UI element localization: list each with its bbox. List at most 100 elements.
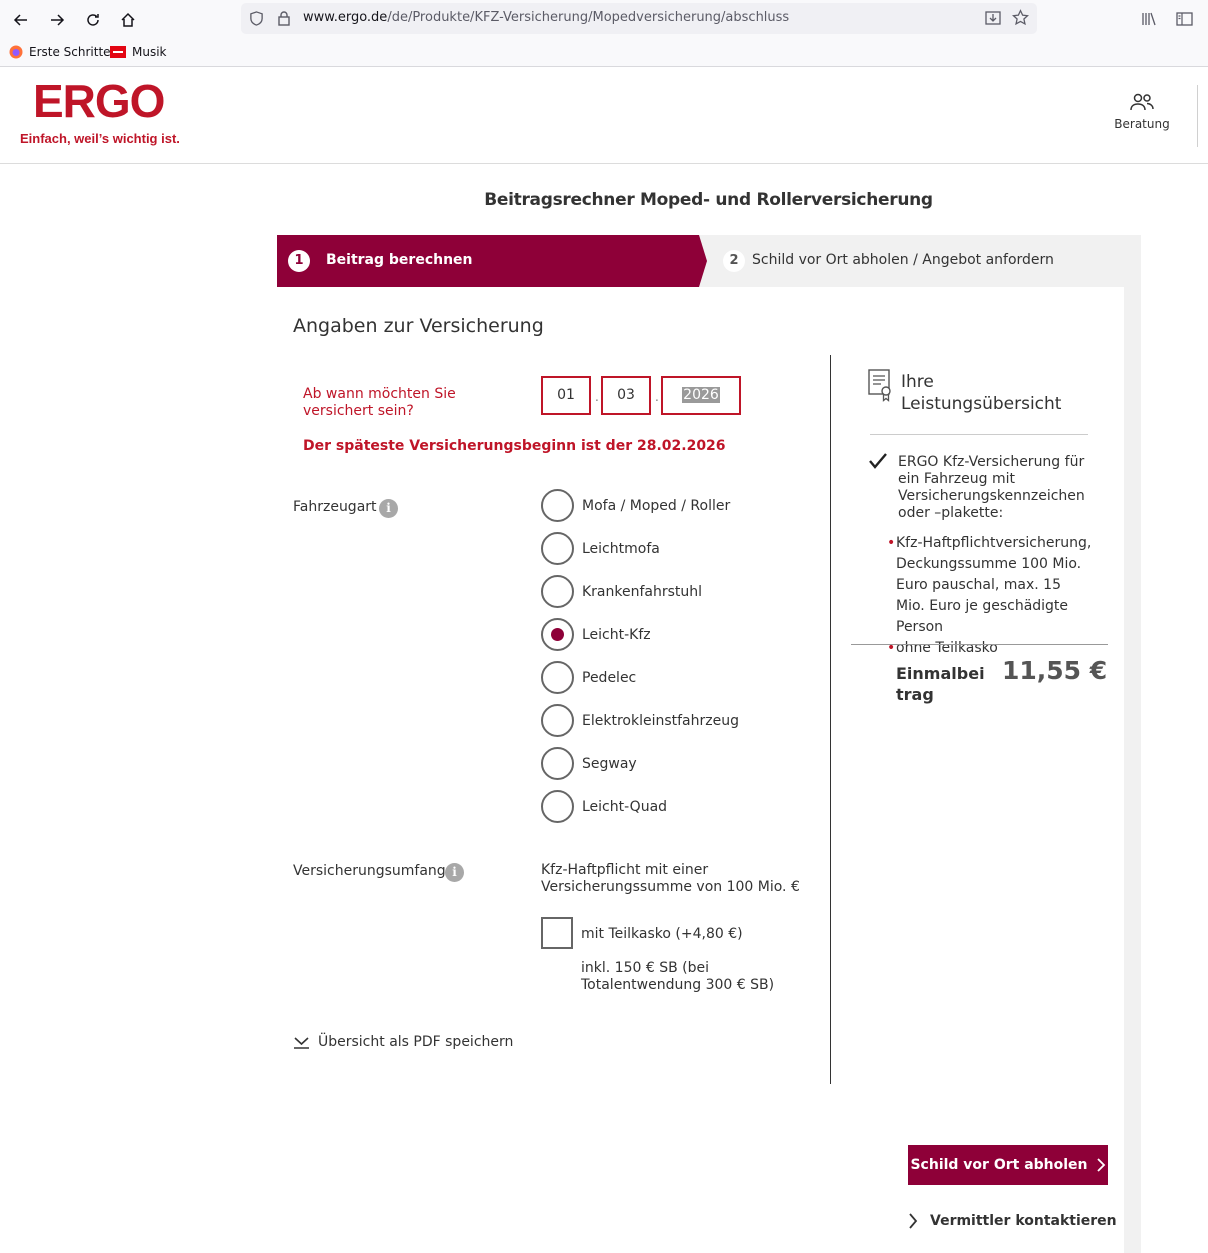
summary-main-text: ERGO Kfz-Versicherung für ein Fahrzeug m…	[898, 454, 1085, 521]
check-icon	[868, 452, 888, 474]
teilkasko-label[interactable]: mit Teilkasko (+4,80 €)	[581, 926, 743, 942]
radio-circle-selected[interactable]	[541, 618, 574, 651]
header-divider	[1197, 85, 1198, 147]
bookmarks-bar: Erste Schritte Musik	[0, 40, 1208, 67]
month-input[interactable]: 03	[601, 376, 651, 415]
lock-icon[interactable]	[277, 10, 291, 30]
step-number: 2	[723, 250, 745, 272]
progress-steps: 1 Beitrag berechnen 2 Schild vor Ort abh…	[277, 235, 1141, 287]
ergo-logo[interactable]: ERGO	[33, 77, 165, 125]
save-pdf-link[interactable]: Übersicht als PDF speichern	[293, 1034, 513, 1050]
url-text[interactable]: www.ergo.de/de/Produkte/KFZ-Versicherung…	[303, 10, 789, 25]
day-input[interactable]: 01	[541, 376, 591, 415]
forward-icon[interactable]	[43, 6, 71, 34]
summary-title: Ihre Leistungsübersicht	[901, 371, 1061, 415]
radio-label: Leicht-Quad	[582, 798, 668, 815]
radio-mofa-moped-roller[interactable]: Mofa / Moped / Roller	[541, 489, 730, 522]
pickup-plate-button[interactable]: Schild vor Ort abholen	[908, 1145, 1108, 1185]
chevron-right-icon	[909, 1213, 918, 1229]
radio-circle[interactable]	[541, 489, 574, 522]
url-bar[interactable]: www.ergo.de/de/Produkte/KFZ-Versicherung…	[241, 3, 1037, 34]
beratung-button[interactable]: Beratung	[1110, 93, 1174, 131]
radio-leichtmofa[interactable]: Leichtmofa	[541, 532, 660, 565]
date-error-message: Der späteste Versicherungsbeginn ist der…	[303, 438, 726, 454]
radio-label: Krankenfahrstuhl	[582, 583, 703, 600]
teilkasko-checkbox[interactable]	[541, 917, 573, 949]
summary-divider	[870, 434, 1088, 435]
radio-label: Pedelec	[582, 669, 637, 686]
shield-icon[interactable]	[249, 11, 264, 30]
radio-pedelec[interactable]: Pedelec	[541, 661, 636, 694]
radio-krankenfahrstuhl[interactable]: Krankenfahrstuhl	[541, 575, 702, 608]
coverage-label: Versicherungsumfang:	[293, 863, 451, 879]
start-date-label: Ab wann möchten Sie versichert sein?	[303, 386, 456, 419]
url-domain: www.ergo.de	[303, 10, 388, 25]
radio-label: Mofa / Moped / Roller	[582, 497, 731, 514]
summary-title-line1: Ihre	[901, 372, 934, 392]
radio-circle[interactable]	[541, 704, 574, 737]
coverage-description: Kfz-Haftpflicht mit einer Versicherungss…	[541, 862, 800, 895]
bookmark-star-icon[interactable]	[1012, 9, 1029, 30]
browser-toolbar: www.ergo.de/de/Produkte/KFZ-Versicherung…	[0, 0, 1208, 40]
tagline: Einfach, weil’s wichtig ist.	[20, 131, 180, 146]
music-site-icon	[110, 46, 126, 58]
firefox-icon	[9, 45, 23, 59]
year-value: 2026	[682, 387, 720, 403]
chevron-right-icon	[1096, 1158, 1105, 1172]
step-1: 1 Beitrag berechnen	[277, 235, 707, 287]
certificate-icon	[867, 368, 893, 406]
date-separator: .	[655, 390, 659, 404]
library-icon[interactable]	[1141, 11, 1157, 31]
radio-label: Leichtmofa	[582, 540, 660, 557]
step-label: Schild vor Ort abholen / Angebot anforde…	[752, 252, 1054, 268]
summary-bullet: Kfz-Haftpflichtversicherung, Deckungssum…	[887, 533, 1092, 638]
price-value: 11,55 €	[1002, 656, 1108, 685]
radio-label: Leicht-Kfz	[582, 626, 651, 643]
radio-circle[interactable]	[541, 790, 574, 823]
vehicle-type-label: Fahrzeugart	[293, 499, 377, 515]
radio-segway[interactable]: Segway	[541, 747, 637, 780]
radio-leicht-kfz[interactable]: Leicht-Kfz	[541, 618, 651, 651]
info-icon[interactable]: i	[379, 499, 398, 518]
bookmark-label: Erste Schritte	[29, 45, 111, 59]
radio-circle[interactable]	[541, 575, 574, 608]
bookmark-musik[interactable]: Musik	[110, 45, 167, 59]
sidebar-icon[interactable]	[1176, 11, 1193, 31]
pdf-link-label: Übersicht als PDF speichern	[318, 1034, 514, 1050]
date-separator: .	[595, 390, 599, 404]
radio-leicht-quad[interactable]: Leicht-Quad	[541, 790, 667, 823]
step-label: Beitrag berechnen	[326, 252, 473, 268]
bookmark-erste-schritte[interactable]: Erste Schritte	[9, 45, 111, 59]
radio-label: Segway	[582, 755, 637, 772]
page-title: Beitragsrechner Moped- und Rollerversich…	[484, 190, 933, 210]
step-number: 1	[288, 250, 310, 272]
beratung-label: Beratung	[1114, 117, 1170, 131]
home-icon[interactable]	[114, 6, 142, 34]
summary-bullets: Kfz-Haftpflichtversicherung, Deckungssum…	[887, 533, 1092, 659]
info-icon[interactable]: i	[445, 863, 464, 882]
year-input[interactable]: 2026	[661, 376, 741, 415]
radio-elektrokleinstfahrzeug[interactable]: Elektrokleinstfahrzeug	[541, 704, 739, 737]
summary-divider	[851, 644, 1108, 645]
download-page-icon[interactable]	[985, 10, 1001, 30]
radio-circle[interactable]	[541, 747, 574, 780]
summary-title-line2: Leistungsübersicht	[901, 394, 1062, 414]
bookmark-label: Musik	[132, 45, 167, 59]
site-header: ERGO Einfach, weil’s wichtig ist. Beratu…	[0, 67, 1208, 164]
radio-circle[interactable]	[541, 532, 574, 565]
download-icon	[294, 1037, 309, 1049]
reload-icon[interactable]	[79, 6, 107, 34]
people-icon	[1130, 93, 1154, 111]
side-strip	[1124, 287, 1141, 1253]
column-divider	[830, 355, 831, 1084]
contact-agent-link[interactable]: Vermittler kontaktieren	[908, 1212, 1117, 1230]
url-path: /de/Produkte/KFZ-Versicherung/Mopedversi…	[387, 10, 790, 25]
section-title: Angaben zur Versicherung	[293, 315, 544, 337]
back-icon[interactable]	[7, 6, 35, 34]
radio-label: Elektrokleinstfahrzeug	[582, 712, 739, 729]
radio-circle[interactable]	[541, 661, 574, 694]
link-label: Vermittler kontaktieren	[930, 1213, 1117, 1229]
button-label: Schild vor Ort abholen	[910, 1157, 1088, 1173]
price-label: Einmalbeitrag	[896, 664, 985, 704]
teilkasko-note: inkl. 150 € SB (bei Totalentwendung 300 …	[581, 960, 775, 993]
